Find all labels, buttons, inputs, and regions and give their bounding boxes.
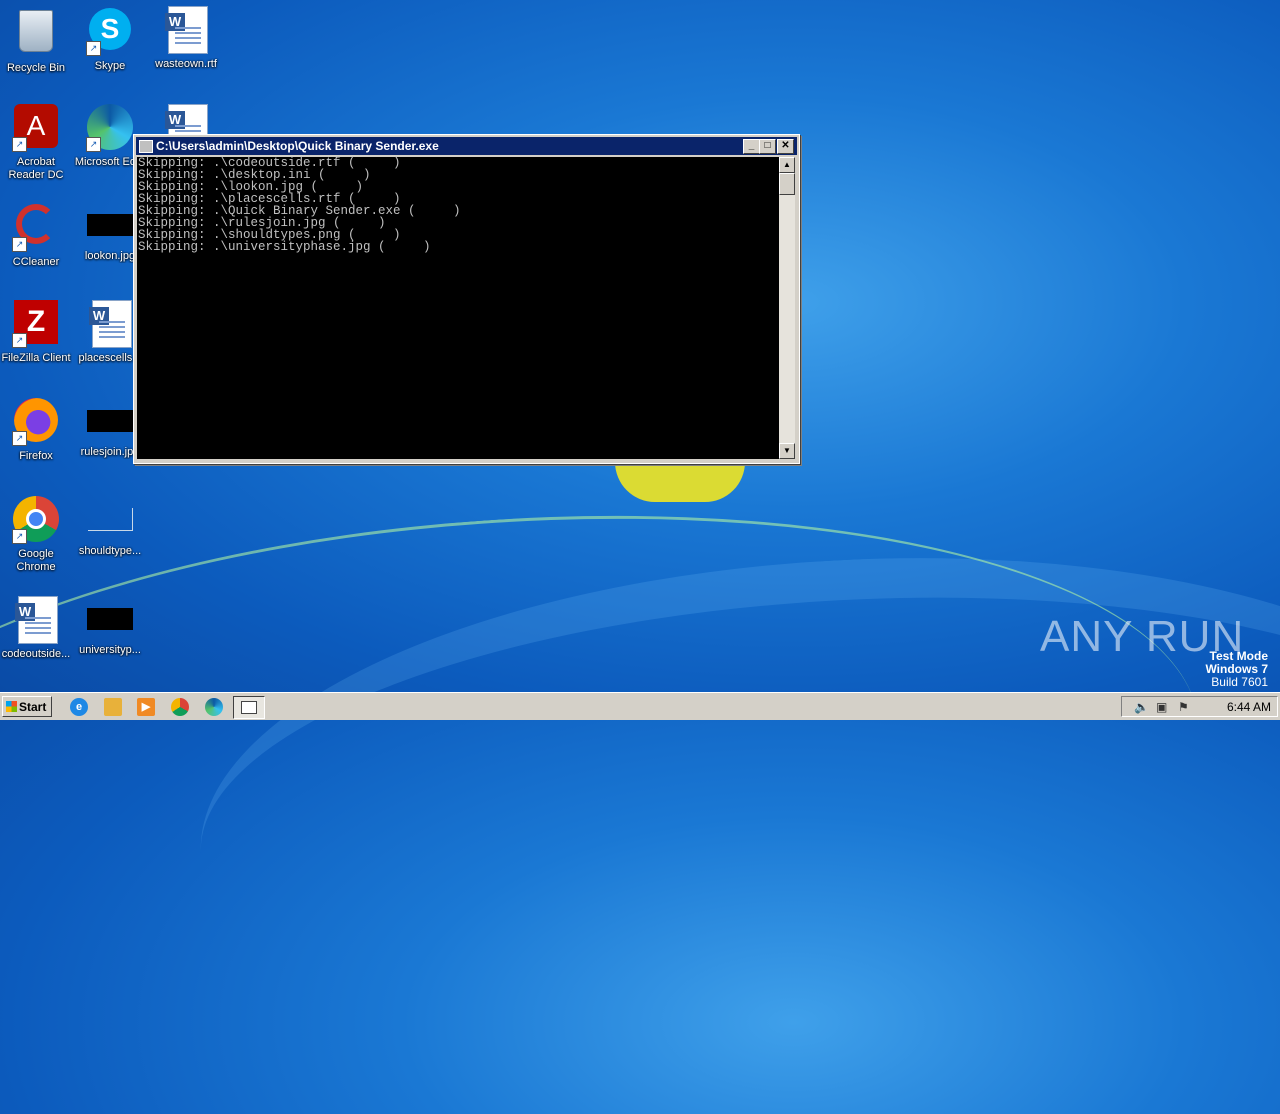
console-taskbar-button[interactable]: [233, 696, 265, 719]
desktop-icon-firefox[interactable]: ↗ Firefox: [0, 398, 72, 463]
desktop-icon-document-partial[interactable]: W: [150, 104, 222, 134]
filezilla-icon: Z ↗: [12, 300, 60, 348]
scroll-down-icon[interactable]: ▼: [779, 443, 795, 459]
firefox-icon: ↗: [12, 398, 60, 446]
scroll-thumb[interactable]: [779, 173, 795, 195]
desktop-icon-shouldtypes[interactable]: shouldtype...: [74, 496, 146, 558]
desktop-icon-skype[interactable]: S ↗ Skype: [74, 6, 146, 73]
taskbar: Start e ▶ 🔈 ▣ ⚑ 6:44 AM: [0, 692, 1280, 720]
desktop-icon-ccleaner[interactable]: ↗ CCleaner: [0, 202, 72, 269]
word-document-icon: W: [12, 596, 60, 644]
desktop-icon-universityphase[interactable]: universityp...: [74, 596, 146, 657]
desktop-icon-chrome[interactable]: ↗ Google Chrome: [0, 496, 72, 574]
desktop-icon-recycle-bin[interactable]: Recycle Bin: [0, 6, 72, 75]
close-button[interactable]: ✕: [777, 139, 794, 154]
image-thumbnail-icon: [87, 214, 133, 236]
console-window[interactable]: C:\Users\admin\Desktop\Quick Binary Send…: [133, 134, 800, 464]
system-tray: 🔈 ▣ ⚑ 6:44 AM: [1121, 696, 1278, 717]
skype-icon: S ↗: [86, 8, 134, 56]
window-titlebar[interactable]: C:\Users\admin\Desktop\Quick Binary Send…: [136, 137, 797, 155]
edge-icon: ↗: [86, 104, 134, 152]
image-thumbnail-icon: [87, 608, 133, 630]
window-title: C:\Users\admin\Desktop\Quick Binary Send…: [156, 139, 439, 153]
vertical-scrollbar[interactable]: ▲ ▼: [779, 157, 795, 459]
image-thumbnail-icon: [87, 410, 133, 432]
wallpaper-logo-fragment: [615, 462, 745, 502]
media-player-icon[interactable]: ▶: [137, 698, 155, 716]
image-thumbnail-icon: [87, 508, 133, 531]
minimize-button[interactable]: _: [743, 139, 760, 154]
network-icon[interactable]: ▣: [1156, 700, 1167, 714]
action-center-flag-icon[interactable]: ⚑: [1178, 700, 1189, 714]
recycle-bin-icon: [12, 10, 60, 58]
internet-explorer-icon[interactable]: e: [70, 698, 88, 716]
desktop-icon-filezilla[interactable]: Z ↗ FileZilla Client: [0, 300, 72, 365]
file-explorer-icon[interactable]: [104, 698, 122, 716]
word-document-icon: W: [86, 300, 134, 348]
word-document-icon: W: [162, 6, 210, 54]
desktop-icon-acrobat[interactable]: A ↗ Acrobat Reader DC: [0, 104, 72, 182]
windows-test-mode-watermark: Test Mode Windows 7 Build 7601: [1205, 649, 1268, 689]
edge-taskbar-icon[interactable]: [205, 698, 223, 716]
volume-icon[interactable]: 🔈: [1134, 700, 1149, 714]
acrobat-icon: A ↗: [12, 104, 60, 152]
console-output[interactable]: Skipping: .\codeoutside.rtf ( ) Skipping…: [137, 157, 779, 459]
start-button[interactable]: Start: [2, 696, 52, 717]
console-icon: [241, 701, 257, 714]
maximize-button[interactable]: □: [759, 139, 776, 154]
console-app-icon: [139, 140, 153, 153]
word-document-icon: W: [162, 104, 210, 134]
scroll-up-icon[interactable]: ▲: [779, 157, 795, 173]
desktop-icon-wasteown[interactable]: W wasteown.rtf: [150, 6, 222, 71]
chrome-taskbar-icon[interactable]: [171, 698, 189, 716]
console-line: Skipping: .\universityphase.jpg ( ): [138, 240, 431, 254]
clock[interactable]: 6:44 AM: [1227, 700, 1271, 714]
chrome-icon: ↗: [12, 496, 60, 544]
ccleaner-icon: ↗: [12, 204, 60, 252]
desktop-icon-codeoutside[interactable]: W codeoutside...: [0, 596, 72, 661]
